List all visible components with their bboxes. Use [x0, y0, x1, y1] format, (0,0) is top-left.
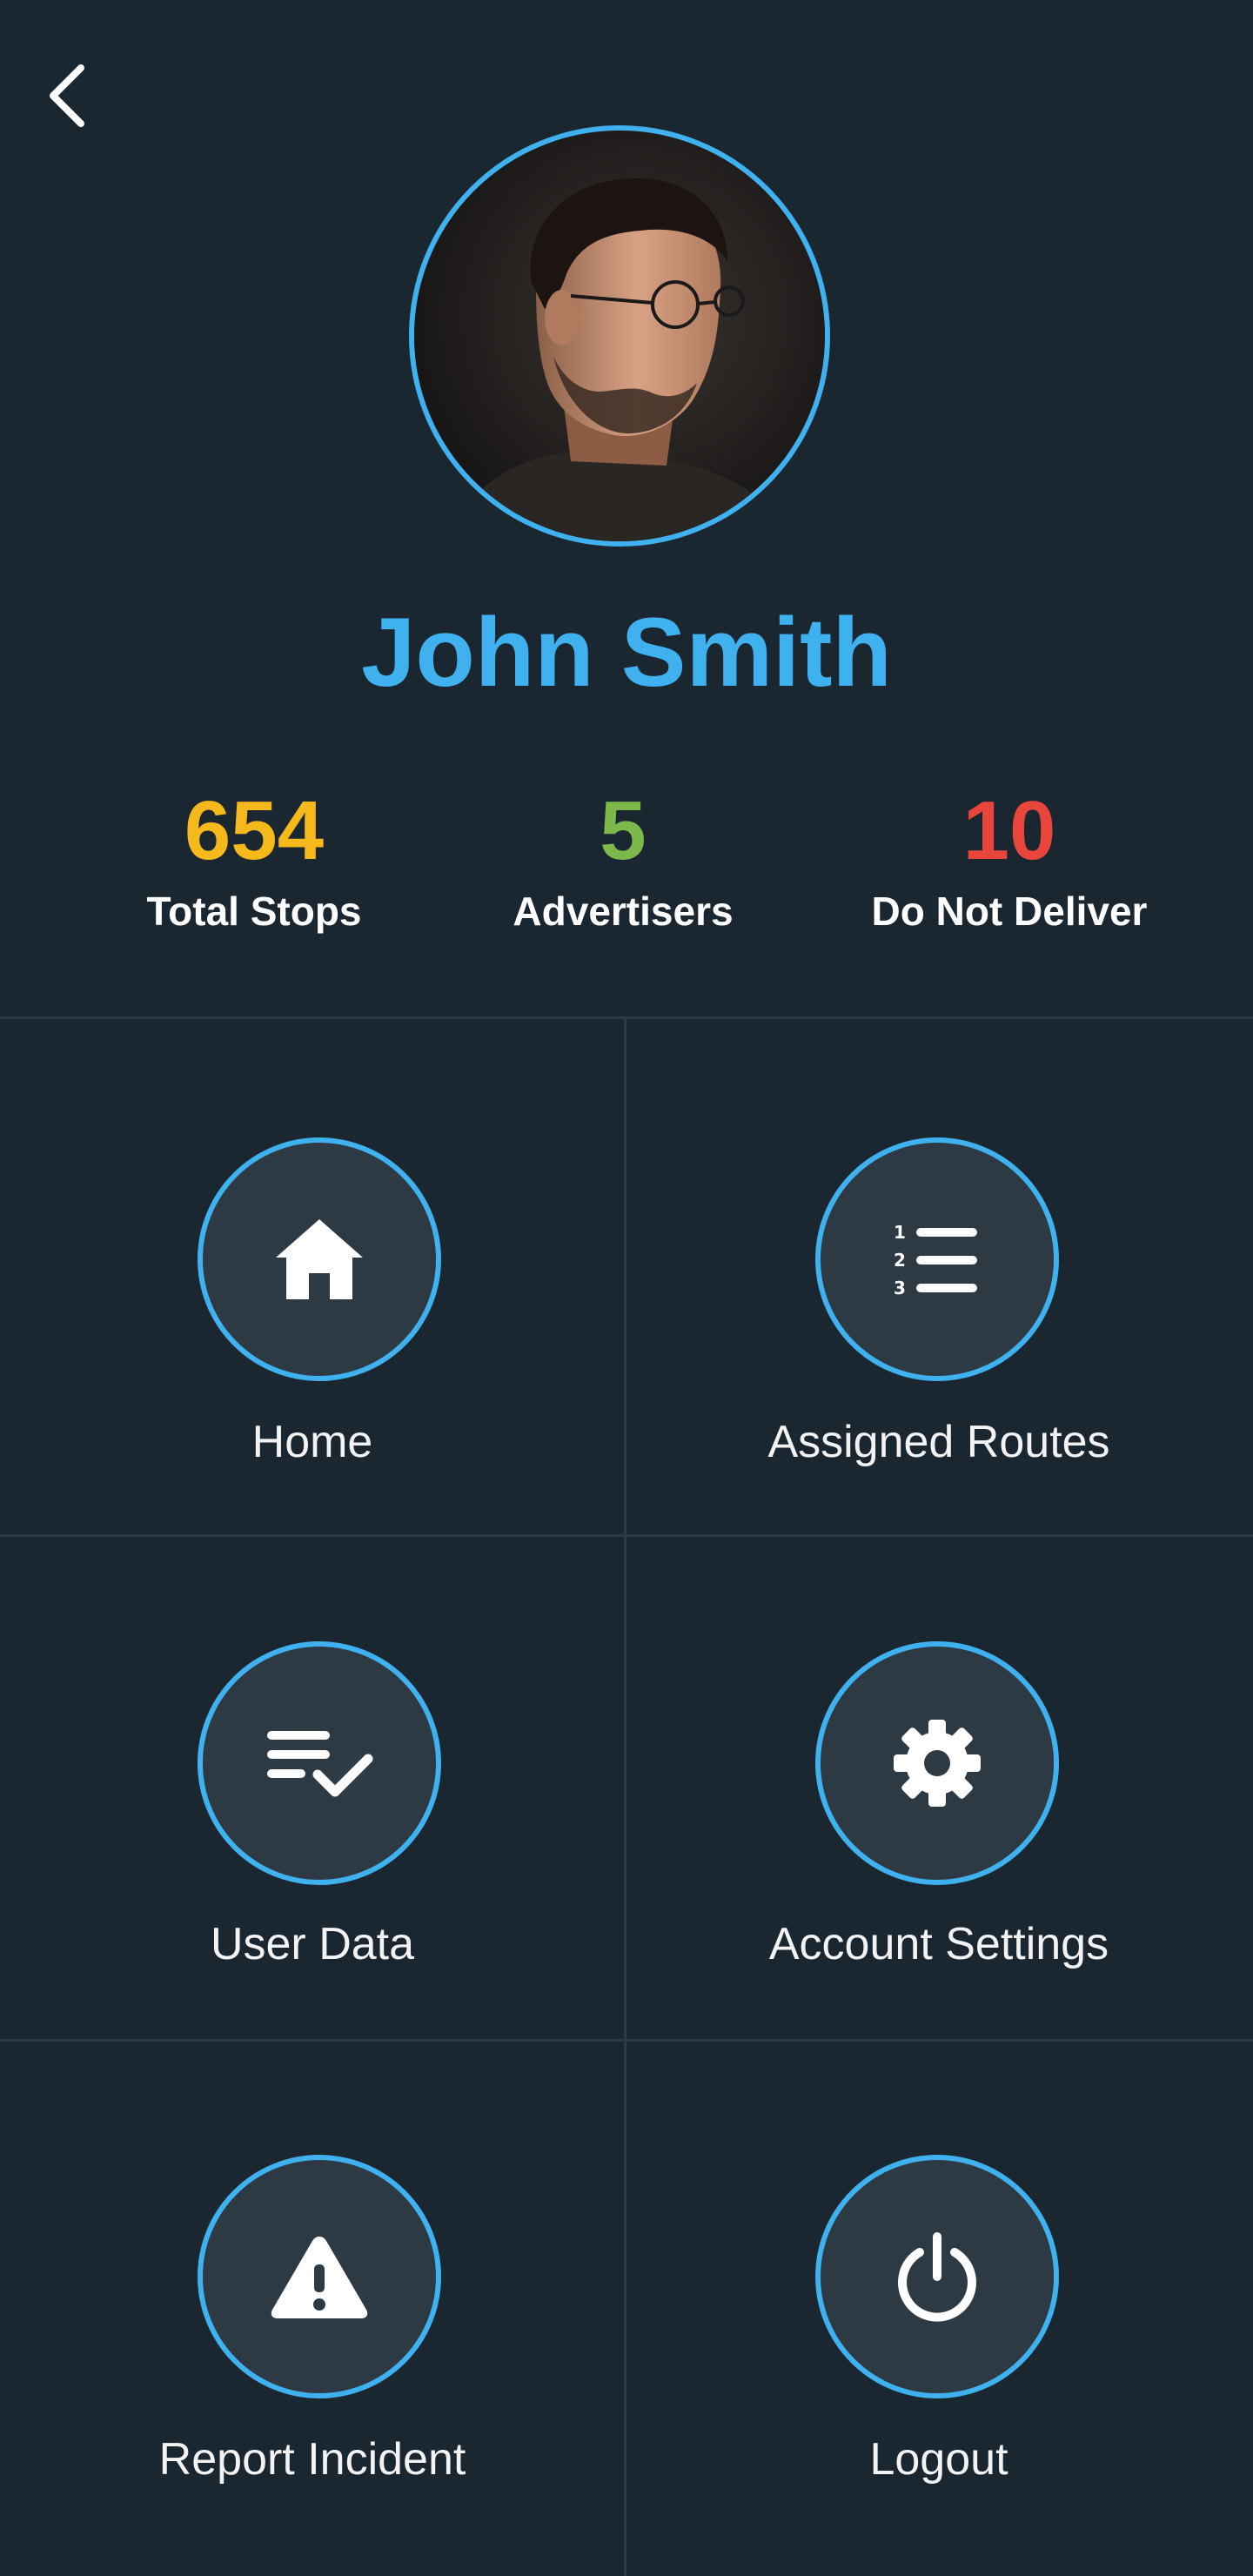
avatar-photo [414, 131, 825, 541]
power-icon [898, 2232, 976, 2322]
menu-tile-circle [198, 1137, 441, 1381]
chevron-left-icon [50, 64, 84, 127]
avatar [409, 125, 830, 547]
stat-total-stops: 654 Total Stops [63, 779, 446, 937]
home-icon [276, 1219, 363, 1299]
list-check-icon [267, 1731, 373, 1797]
menu-tile-logout[interactable]: Logout [626, 2042, 1251, 2576]
menu-tile-label: Home [251, 1417, 373, 1467]
back-button[interactable] [35, 52, 101, 139]
stat-label: Do Not Deliver [871, 889, 1148, 934]
stat-do-not-deliver: 10 Do Not Deliver [818, 779, 1201, 937]
stats-row: 654 Total Stops 5 Advertisers 10 Do Not … [0, 779, 1253, 953]
stat-advertisers: 5 Advertisers [432, 779, 814, 937]
svg-text:1: 1 [894, 1223, 906, 1243]
stat-label: Total Stops [146, 889, 362, 934]
menu-tile-home[interactable]: Home [0, 1019, 625, 1534]
menu-tile-circle: 1 2 3 [815, 1137, 1059, 1381]
stat-value: 654 [184, 784, 325, 877]
menu-tile-circle [198, 2155, 441, 2398]
menu-tile-label: Account Settings [768, 1919, 1109, 1969]
menu-tile-label: Report Incident [158, 2434, 466, 2485]
menu-tile-label: Assigned Routes [767, 1417, 1110, 1467]
menu-grid: Home 1 2 3 Assigned Routes User Data Acc… [0, 1016, 1253, 2576]
svg-text:3: 3 [894, 1278, 906, 1296]
numbered-list-icon: 1 2 3 [894, 1223, 977, 1296]
menu-tile-circle [815, 2155, 1059, 2398]
svg-text:2: 2 [894, 1250, 906, 1271]
menu-tile-assigned-routes[interactable]: 1 2 3 Assigned Routes [626, 1019, 1251, 1534]
stat-value: 5 [600, 784, 647, 877]
menu-tile-account-settings[interactable]: Account Settings [626, 1537, 1251, 2039]
warning-icon [271, 2237, 368, 2318]
menu-tile-report-incident[interactable]: Report Incident [0, 2042, 625, 2576]
menu-tile-user-data[interactable]: User Data [0, 1537, 625, 2039]
menu-tile-circle [815, 1641, 1059, 1885]
menu-tile-label: User Data [210, 1919, 415, 1969]
menu-tile-circle [198, 1641, 441, 1885]
menu-tile-label: Logout [869, 2434, 1008, 2485]
user-name: John Smith [361, 598, 892, 707]
stat-label: Advertisers [513, 889, 734, 934]
profile-screen: John Smith 654 Total Stops 5 Advertisers… [0, 0, 1253, 2576]
gear-icon [894, 1720, 981, 1807]
stat-value: 10 [962, 784, 1056, 877]
